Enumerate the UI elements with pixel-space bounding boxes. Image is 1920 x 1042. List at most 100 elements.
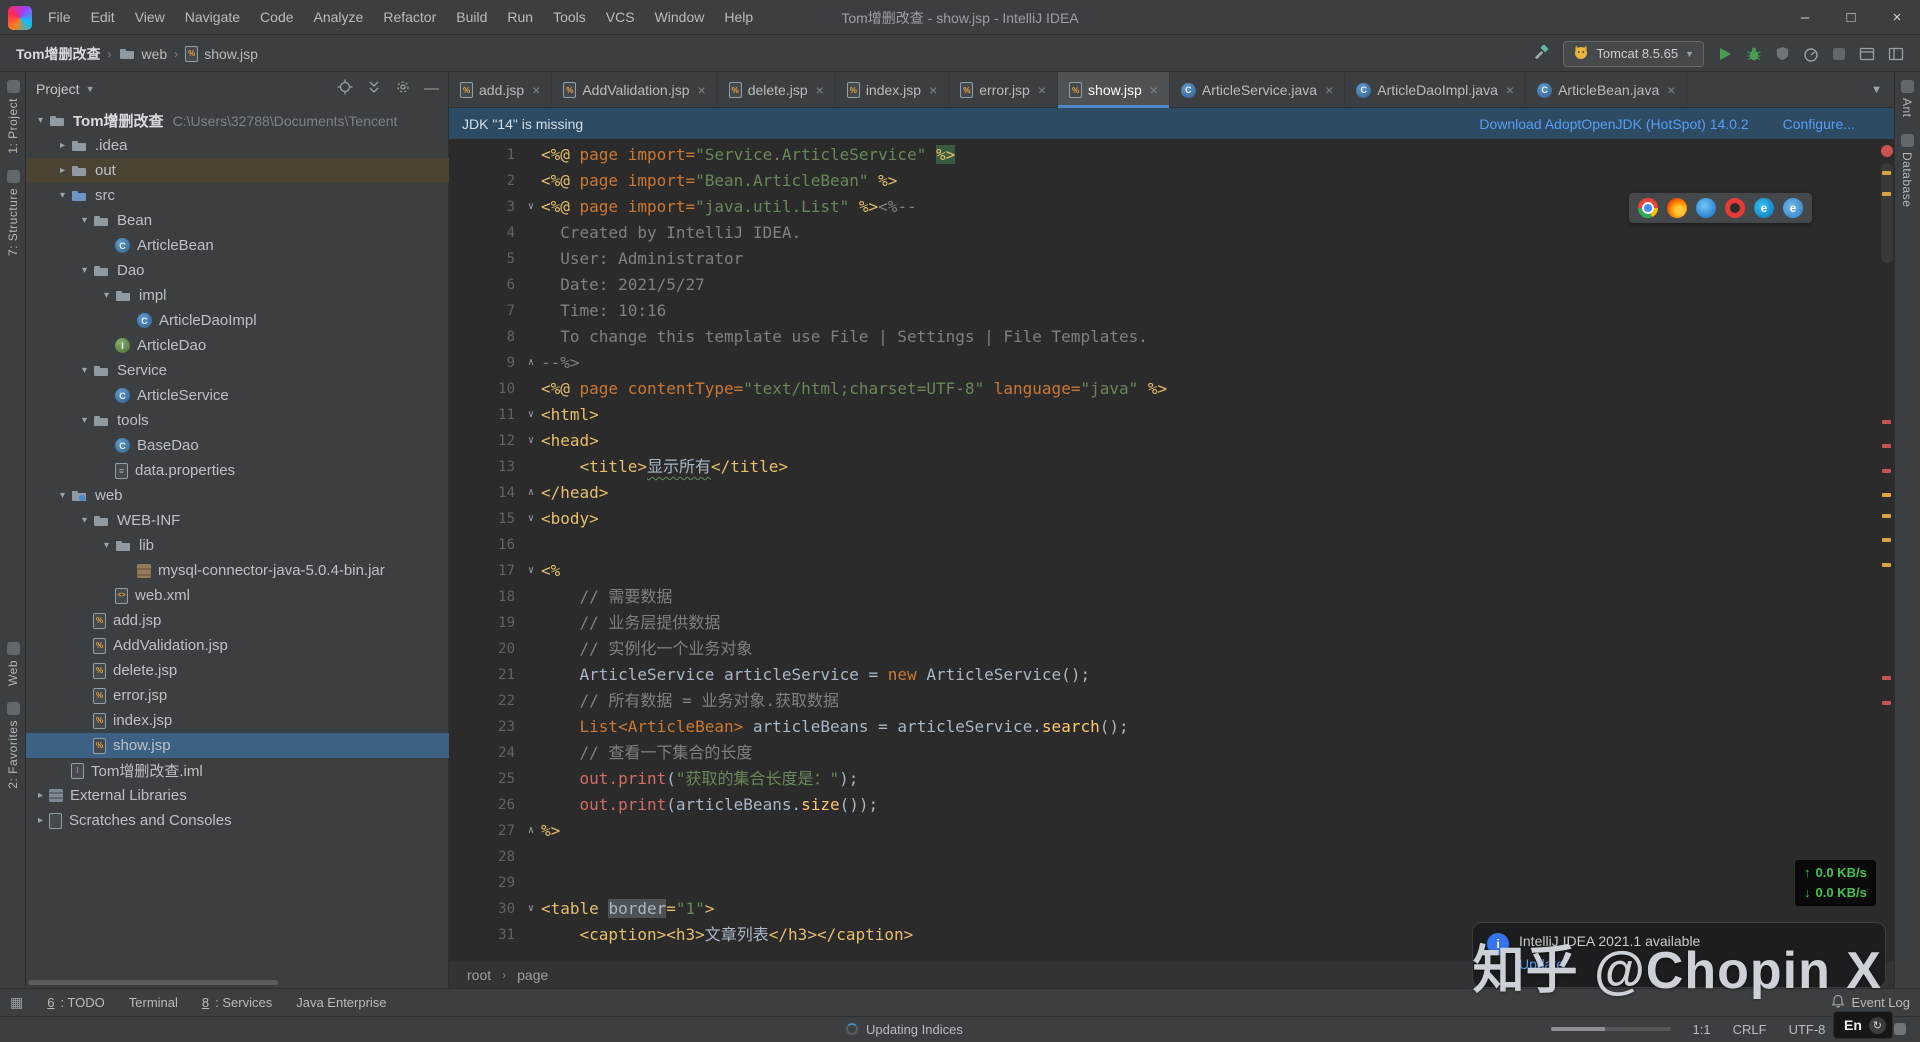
tree-item-web-inf[interactable]: ▾WEB-INF	[26, 508, 449, 533]
line-number[interactable]: 23	[449, 714, 521, 740]
fold-marker-icon[interactable]: ∧	[521, 480, 541, 506]
tree-item-out[interactable]: ▸out	[26, 158, 449, 183]
code-text[interactable]: // 查看一下集合的长度	[541, 740, 1894, 766]
line-number[interactable]: 22	[449, 688, 521, 714]
collapse-arrow-icon[interactable]: ▾	[98, 540, 115, 551]
code-text[interactable]: Time: 10:16	[541, 298, 1894, 324]
tree-item-error-jsp[interactable]: error.jsp	[26, 683, 449, 708]
tab-addvalidation-jsp[interactable]: AddValidation.jsp×	[552, 72, 717, 108]
opera-icon[interactable]	[1725, 198, 1745, 218]
tool-window-button-terminal[interactable]: Terminal	[129, 995, 178, 1010]
run-with-coverage-button[interactable]	[1775, 46, 1790, 61]
code-text[interactable]: // 所有数据 = 业务对象.获取数据	[541, 688, 1894, 714]
tree-item-external-libraries[interactable]: ▸External Libraries	[26, 783, 449, 808]
code-text[interactable]: <%@ page import="Service.ArticleService"…	[541, 142, 1894, 168]
ime-indicator[interactable]: En ↻	[1833, 1011, 1893, 1039]
project-panel-title[interactable]: Project	[36, 81, 80, 97]
code-text[interactable]: <table border="1">	[541, 896, 1894, 922]
line-number[interactable]: 30	[449, 896, 521, 922]
line-number[interactable]: 28	[449, 844, 521, 870]
hidden-tabs-chevron-icon[interactable]: ▼	[1859, 84, 1894, 96]
status-message[interactable]: Updating Indices	[846, 1022, 963, 1037]
menu-analyze[interactable]: Analyze	[304, 0, 374, 35]
stripe-mark[interactable]	[1882, 563, 1891, 567]
error-stripe[interactable]	[1880, 139, 1894, 961]
profiler-button[interactable]	[1803, 46, 1819, 62]
code-text[interactable]: out.print(articleBeans.size());	[541, 792, 1894, 818]
stripe-mark[interactable]	[1882, 171, 1891, 175]
tool-window-button-6-todo[interactable]: 6: TODO	[47, 995, 105, 1010]
code-text[interactable]: <head>	[541, 428, 1894, 454]
tool-window-switcher-icon[interactable]: ▦	[10, 994, 23, 1011]
tab-articlebean-java[interactable]: ArticleBean.java×	[1526, 72, 1687, 108]
locate-file-icon[interactable]	[337, 79, 353, 99]
minimize-button[interactable]: –	[1782, 0, 1828, 35]
collapse-arrow-icon[interactable]: ▾	[76, 515, 93, 526]
expand-arrow-icon[interactable]: ▸	[32, 815, 49, 826]
menu-window[interactable]: Window	[645, 0, 715, 35]
code-text[interactable]: out.print("获取的集合长度是：");	[541, 766, 1894, 792]
collapse-arrow-icon[interactable]: ▾	[32, 115, 49, 126]
code-text[interactable]: ArticleService articleService = new Arti…	[541, 662, 1894, 688]
fold-marker-icon[interactable]: ∨	[521, 558, 541, 584]
inspection-profile-icon[interactable]	[1894, 1023, 1906, 1035]
code-text[interactable]: <body>	[541, 506, 1894, 532]
line-number[interactable]: 16	[449, 532, 521, 558]
menu-view[interactable]: View	[125, 0, 175, 35]
tool-button-database[interactable]: Database	[1900, 134, 1914, 207]
tree-item-lib[interactable]: ▾lib	[26, 533, 449, 558]
line-number[interactable]: 29	[449, 870, 521, 896]
tree-item-web-xml[interactable]: web.xml	[26, 583, 449, 608]
line-number[interactable]: 12	[449, 428, 521, 454]
close-icon[interactable]: ×	[1667, 82, 1675, 98]
tree-item-show-jsp[interactable]: show.jsp	[26, 733, 449, 758]
inspections-indicator[interactable]	[1881, 145, 1893, 157]
line-number[interactable]: 21	[449, 662, 521, 688]
stripe-mark[interactable]	[1882, 538, 1891, 542]
code-text[interactable]: <%@ page import="Bean.ArticleBean" %>	[541, 168, 1894, 194]
fold-marker-icon[interactable]: ∧	[521, 350, 541, 376]
tree-item-dao[interactable]: ▾Dao	[26, 258, 449, 283]
collapse-arrow-icon[interactable]: ▾	[76, 415, 93, 426]
expand-arrow-icon[interactable]: ▸	[32, 790, 49, 801]
code-text[interactable]	[541, 844, 1894, 870]
close-icon[interactable]: ×	[698, 82, 706, 98]
tree-item-scratches-and-consoles[interactable]: ▸Scratches and Consoles	[26, 808, 449, 833]
close-icon[interactable]: ×	[1038, 82, 1046, 98]
stripe-mark[interactable]	[1882, 514, 1891, 518]
close-icon[interactable]: ×	[816, 82, 824, 98]
breadcrumb-item-web[interactable]: web	[115, 46, 172, 62]
line-number[interactable]: 3	[449, 194, 521, 220]
line-number[interactable]: 27	[449, 818, 521, 844]
fold-marker-icon[interactable]: ∨	[521, 896, 541, 922]
tab-error-jsp[interactable]: error.jsp×	[949, 72, 1058, 108]
collapse-arrow-icon[interactable]: ▾	[54, 190, 71, 201]
stop-button[interactable]	[1832, 47, 1846, 61]
tab-articledaoimpl-java[interactable]: ArticleDaoImpl.java×	[1345, 72, 1526, 108]
tab-index-jsp[interactable]: index.jsp×	[836, 72, 949, 108]
code-text[interactable]: <%@ page contentType="text/html;charset=…	[541, 376, 1894, 402]
line-number[interactable]: 19	[449, 610, 521, 636]
tree-item-data-properties[interactable]: data.properties	[26, 458, 449, 483]
line-number[interactable]: 14	[449, 480, 521, 506]
breadcrumb-root[interactable]: root	[467, 967, 491, 983]
code-text[interactable]: List<ArticleBean> articleBeans = article…	[541, 714, 1894, 740]
fold-marker-icon[interactable]: ∨	[521, 506, 541, 532]
hide-panel-icon[interactable]: —	[424, 80, 439, 97]
tool-window-button-java-enterprise[interactable]: Java Enterprise	[296, 995, 386, 1010]
tree-item-service[interactable]: ▾Service	[26, 358, 449, 383]
code-text[interactable]: // 需要数据	[541, 584, 1894, 610]
tree-item-add-jsp[interactable]: add.jsp	[26, 608, 449, 633]
stripe-mark[interactable]	[1882, 493, 1891, 497]
line-number[interactable]: 11	[449, 402, 521, 428]
menu-file[interactable]: File	[38, 0, 81, 35]
status-crlf[interactable]: CRLF	[1733, 1022, 1767, 1037]
code-text[interactable]: </head>	[541, 480, 1894, 506]
tree-item-bean[interactable]: ▾Bean	[26, 208, 449, 233]
code-text[interactable]: User: Administrator	[541, 246, 1894, 272]
tree-item-mysql-connector-java-5-0-4-bin-jar[interactable]: mysql-connector-java-5.0.4-bin.jar	[26, 558, 449, 583]
menu-build[interactable]: Build	[446, 0, 497, 35]
collapse-arrow-icon[interactable]: ▾	[76, 365, 93, 376]
line-number[interactable]: 31	[449, 922, 521, 948]
tree-item-articlebean[interactable]: ArticleBean	[26, 233, 449, 258]
